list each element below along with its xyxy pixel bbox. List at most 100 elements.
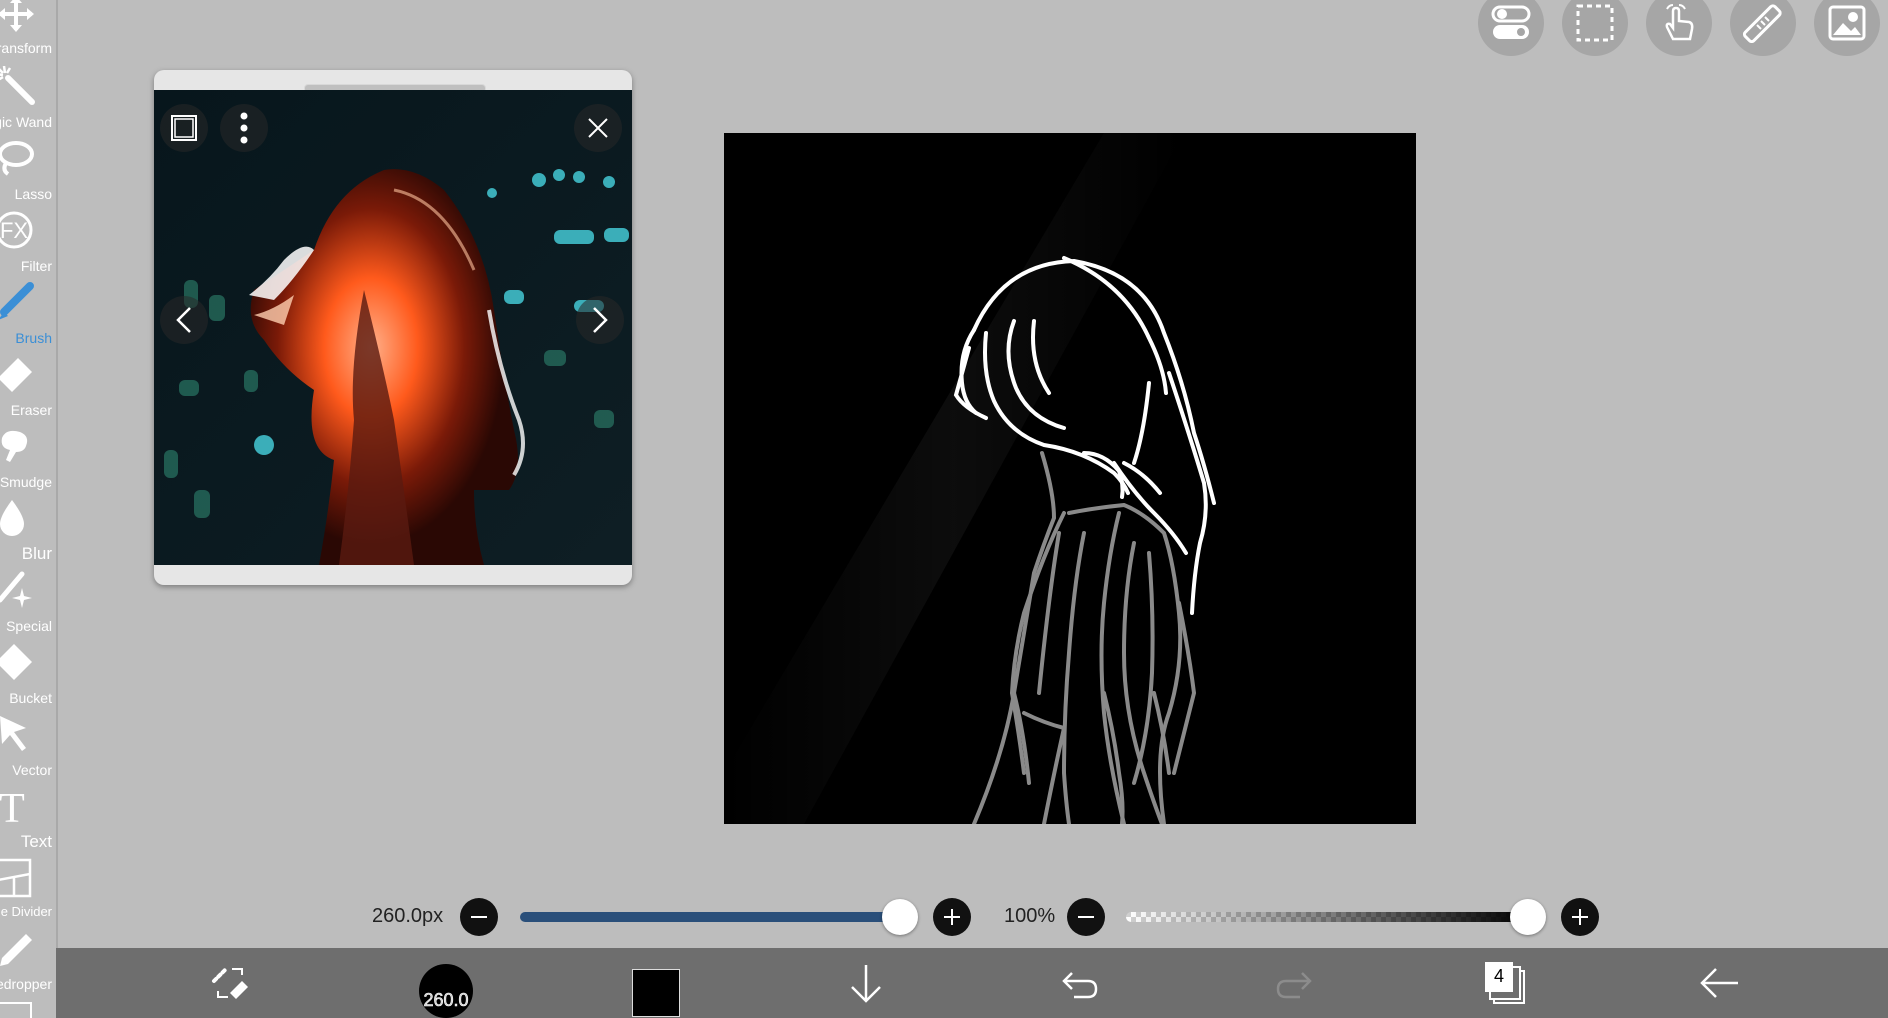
brush-size-increase-button[interactable] — [933, 898, 971, 936]
tool-vector[interactable]: Vector — [0, 712, 56, 784]
tool-label: Filter — [20, 258, 52, 274]
tool-label: Bucket — [9, 690, 52, 706]
tool-eraser[interactable]: Eraser — [0, 352, 56, 424]
close-icon — [588, 118, 608, 138]
previous-image-button[interactable] — [160, 296, 208, 344]
download-arrow-icon — [851, 965, 881, 1003]
brush-preview-icon: 260.0 — [419, 964, 473, 1018]
tool-lasso[interactable]: Lasso — [0, 136, 56, 208]
brush-size-slider[interactable] — [520, 912, 900, 922]
tool-brush[interactable]: Brush — [0, 280, 56, 352]
opacity-decrease-button[interactable] — [1067, 898, 1105, 936]
tool-label: Transform — [0, 40, 52, 56]
more-options-button[interactable] — [220, 104, 268, 152]
gesture-button[interactable] — [1646, 0, 1712, 56]
tool-label: Eyedropper — [0, 976, 52, 992]
tool-special[interactable]: Special — [0, 568, 56, 640]
reference-image — [154, 90, 632, 565]
swap-brush-eraser-icon — [212, 967, 248, 999]
tool-label: Vector — [12, 762, 52, 778]
tool-label: Smudge — [0, 474, 52, 490]
brush-size-value: 260.0px — [372, 905, 444, 927]
toggle-settings-icon — [1491, 5, 1531, 39]
bottom-toolbar: 260.0 4 — [56, 948, 1888, 1018]
undo-button[interactable] — [1050, 948, 1110, 1018]
brush-size-decrease-button[interactable] — [460, 898, 498, 936]
back-arrow-icon — [1700, 968, 1738, 998]
chevron-left-icon — [176, 307, 191, 333]
opacity-value: 100% — [1004, 905, 1056, 927]
tool-text[interactable]: T Text — [0, 784, 56, 856]
cursor-arrow-icon — [0, 716, 26, 751]
tool-label: Text — [20, 832, 52, 851]
tool-label: Eraser — [10, 402, 52, 418]
square-frame-icon — [171, 115, 197, 141]
plus-icon — [1572, 909, 1588, 925]
frame-divider-icon — [0, 858, 32, 898]
opacity-slider-knob[interactable] — [1510, 899, 1546, 935]
selection-button[interactable] — [1562, 0, 1628, 56]
primary-color-button[interactable] — [626, 948, 686, 1018]
tool-transform[interactable]: Transform — [0, 0, 56, 72]
download-button[interactable] — [836, 948, 896, 1018]
text-t-icon: T — [0, 786, 25, 826]
tool-eyedropper[interactable]: Eyedropper — [0, 928, 56, 1000]
tool-label: Brush — [15, 330, 52, 346]
image-reference-icon — [1828, 5, 1866, 41]
brush-preview-button[interactable]: 260.0 — [406, 948, 486, 1018]
selection-icon — [1576, 4, 1614, 42]
layer-count: 4 — [1493, 966, 1504, 986]
tool-label: Special — [6, 618, 52, 634]
more-vertical-icon — [240, 112, 248, 144]
tool-label: Blur — [21, 544, 52, 563]
eyedropper-icon — [0, 934, 32, 966]
tool-label: Lasso — [14, 186, 52, 202]
layers-button[interactable]: 4 — [1476, 948, 1536, 1018]
svg-text:T: T — [0, 786, 25, 826]
tool-label: Frame Divider — [0, 904, 52, 919]
fit-frame-button[interactable] — [160, 104, 208, 152]
tool-label: Magic Wand — [0, 114, 52, 130]
hand-gesture-icon — [1665, 4, 1694, 41]
swap-brush-eraser-button[interactable] — [196, 948, 266, 1018]
close-reference-button[interactable] — [574, 104, 622, 152]
reference-window[interactable] — [154, 70, 632, 585]
toggle-settings-button[interactable] — [1478, 0, 1544, 56]
drawing-canvas[interactable] — [724, 133, 1416, 824]
back-button[interactable] — [1690, 948, 1750, 1018]
layers-icon: 4 — [1485, 962, 1527, 1004]
ruler-icon — [1743, 4, 1782, 43]
next-image-button[interactable] — [576, 296, 624, 344]
tool-filter[interactable]: FX Filter — [0, 208, 56, 280]
fx-icon: FX — [0, 211, 33, 249]
opacity-slider[interactable] — [1126, 912, 1530, 922]
tool-smudge[interactable]: Smudge — [0, 424, 56, 496]
tool-next-partial — [0, 1002, 32, 1018]
redo-icon — [1276, 972, 1312, 999]
undo-icon — [1062, 972, 1098, 999]
minus-icon — [471, 916, 487, 918]
magic-wand-icon — [0, 66, 35, 105]
tool-bucket[interactable]: Bucket — [0, 640, 56, 712]
lasso-icon — [0, 141, 34, 176]
redo-button[interactable] — [1264, 948, 1324, 1018]
tool-blur[interactable]: Blur — [0, 496, 56, 568]
image-reference-button[interactable] — [1814, 0, 1880, 56]
minus-icon — [1078, 916, 1094, 918]
brush-icon — [0, 282, 34, 320]
bucket-diamond-icon — [0, 644, 32, 680]
svg-text:FX: FX — [0, 218, 28, 243]
brush-preview-size: 260.0 — [423, 990, 469, 1011]
brush-size-slider-knob[interactable] — [882, 899, 918, 935]
tool-magic-wand[interactable]: Magic Wand — [0, 64, 56, 136]
drop-icon — [0, 500, 24, 536]
opacity-increase-button[interactable] — [1561, 898, 1599, 936]
color-swatch-icon — [632, 969, 680, 1017]
chevron-right-icon — [593, 307, 608, 333]
ruler-button[interactable] — [1730, 0, 1796, 56]
sparkle-wand-icon — [0, 571, 32, 608]
plus-icon — [944, 909, 960, 925]
tool-frame-divider[interactable]: Frame Divider — [0, 856, 56, 928]
move-arrows-icon — [0, 0, 34, 32]
tool-sidebar: Transform Magic Wand Lasso FX Filter Bru… — [0, 0, 58, 1018]
